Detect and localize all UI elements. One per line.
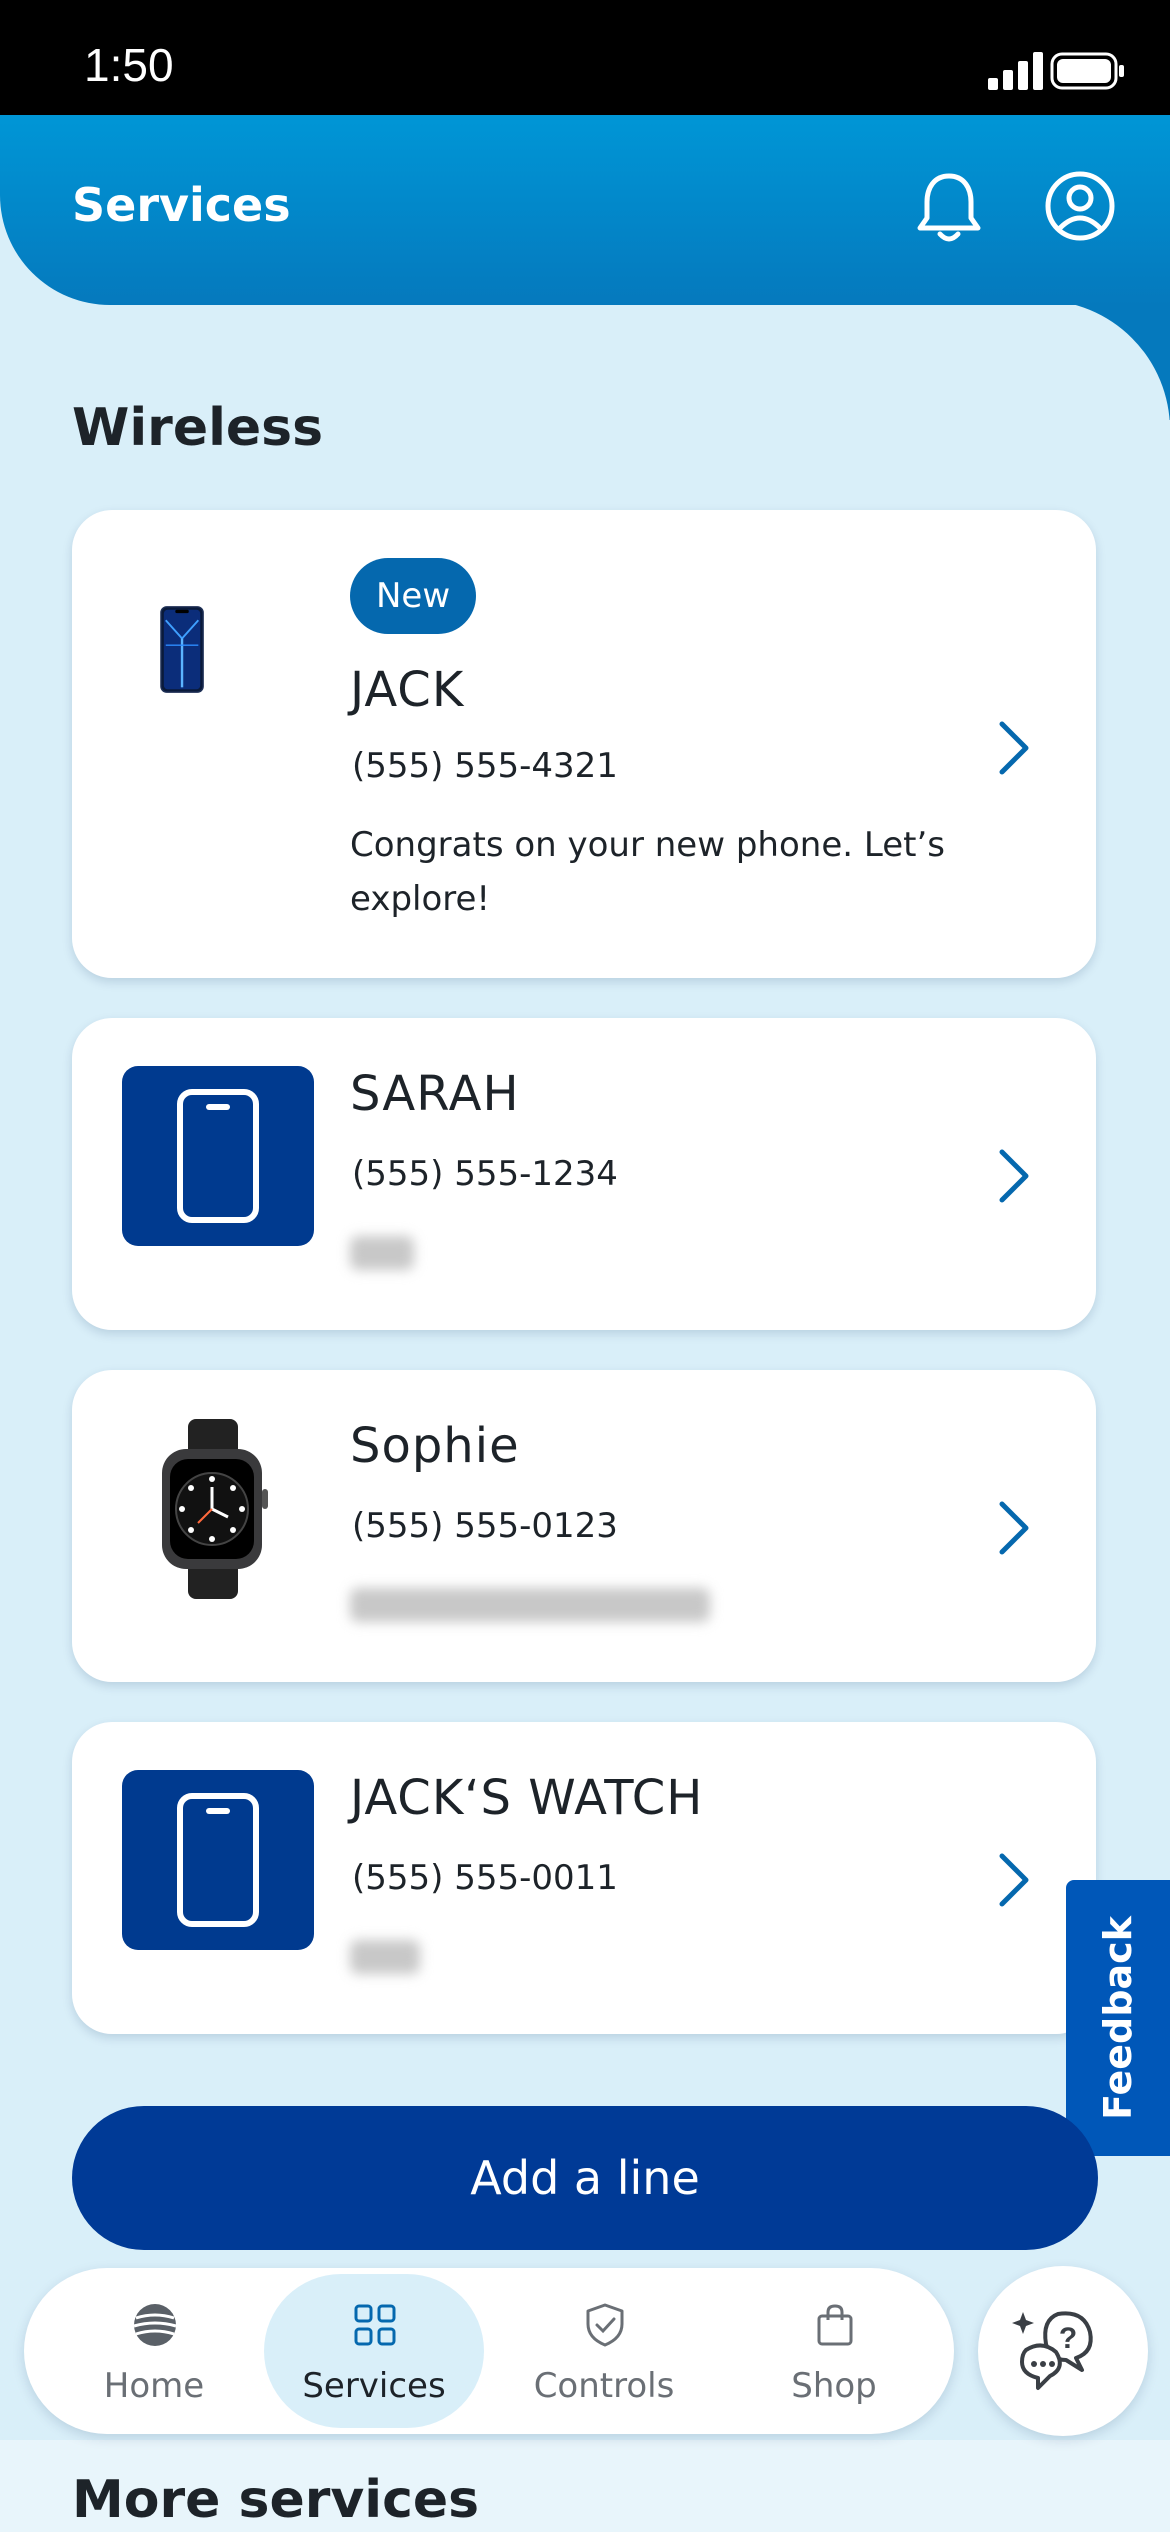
line-card-sophie[interactable]: Sophie (555) 555-0123 xyxy=(72,1370,1096,1682)
chat-help-button[interactable]: ? xyxy=(978,2266,1148,2436)
line-phone: (555) 555-1234 xyxy=(352,1154,618,1194)
chat-help-icon: ? xyxy=(1012,2311,1093,2390)
chevron-right-icon xyxy=(999,1501,1029,1555)
page-title: Services xyxy=(72,178,291,232)
line-phone: (555) 555-0123 xyxy=(352,1506,618,1546)
iphone-image xyxy=(160,606,204,693)
tab-home[interactable]: Home xyxy=(44,2274,264,2428)
tab-services[interactable]: Services xyxy=(264,2274,484,2428)
bottom-tab-bar: Home Services Controls Shop xyxy=(24,2268,954,2434)
feedback-tab[interactable]: Feedback xyxy=(1066,1880,1170,2156)
svg-text:?: ? xyxy=(1059,2322,1077,2355)
redacted-text xyxy=(350,1236,414,1270)
redacted-text xyxy=(350,1588,710,1622)
line-card-sarah[interactable]: SARAH (555) 555-1234 xyxy=(72,1018,1096,1330)
tab-label: Shop xyxy=(791,2366,877,2406)
att-globe-icon xyxy=(133,2304,177,2346)
line-phone: (555) 555-4321 xyxy=(352,746,618,786)
line-card-jacks-watch[interactable]: JACK‘S WATCH (555) 555-0011 xyxy=(72,1722,1096,2034)
new-badge: New xyxy=(350,558,477,634)
grid-icon xyxy=(354,2304,396,2346)
more-services-title: More services xyxy=(72,2470,480,2530)
status-bar: 1:50 xyxy=(0,0,1170,115)
line-name: JACK‘S WATCH xyxy=(350,1770,704,1826)
watch-image xyxy=(162,1419,268,1599)
signal-icon xyxy=(988,52,1043,90)
tab-label: Home xyxy=(103,2366,205,2406)
line-message: Congrats on your new phone. Let’s explor… xyxy=(350,825,945,919)
shopping-bag-icon xyxy=(817,2304,853,2346)
tab-controls[interactable]: Controls xyxy=(494,2274,714,2428)
feedback-label: Feedback xyxy=(1096,1916,1140,2120)
wireless-section-title: Wireless xyxy=(72,398,324,458)
tab-label: Services xyxy=(302,2366,446,2406)
shield-check-icon xyxy=(586,2303,624,2347)
line-name: Sophie xyxy=(350,1418,520,1474)
add-line-button[interactable]: Add a line xyxy=(72,2106,1098,2250)
chevron-right-icon xyxy=(999,721,1029,775)
redacted-text xyxy=(350,1940,420,1974)
battery-icon xyxy=(1050,52,1124,90)
profile-icon[interactable] xyxy=(1044,170,1116,242)
notifications-bell-icon[interactable] xyxy=(914,170,984,246)
chevron-right-icon xyxy=(999,1149,1029,1203)
tab-label: Controls xyxy=(533,2366,675,2406)
line-phone: (555) 555-0011 xyxy=(352,1858,618,1898)
phone-icon xyxy=(122,1066,314,1246)
line-name: SARAH xyxy=(350,1066,520,1122)
line-name: JACK xyxy=(350,662,465,718)
chevron-right-icon xyxy=(999,1853,1029,1907)
line-card-jack[interactable]: New JACK (555) 555-4321 Congrats on your… xyxy=(72,510,1096,978)
status-time: 1:50 xyxy=(84,39,174,91)
phone-icon xyxy=(122,1770,314,1950)
tab-shop[interactable]: Shop xyxy=(724,2274,944,2428)
